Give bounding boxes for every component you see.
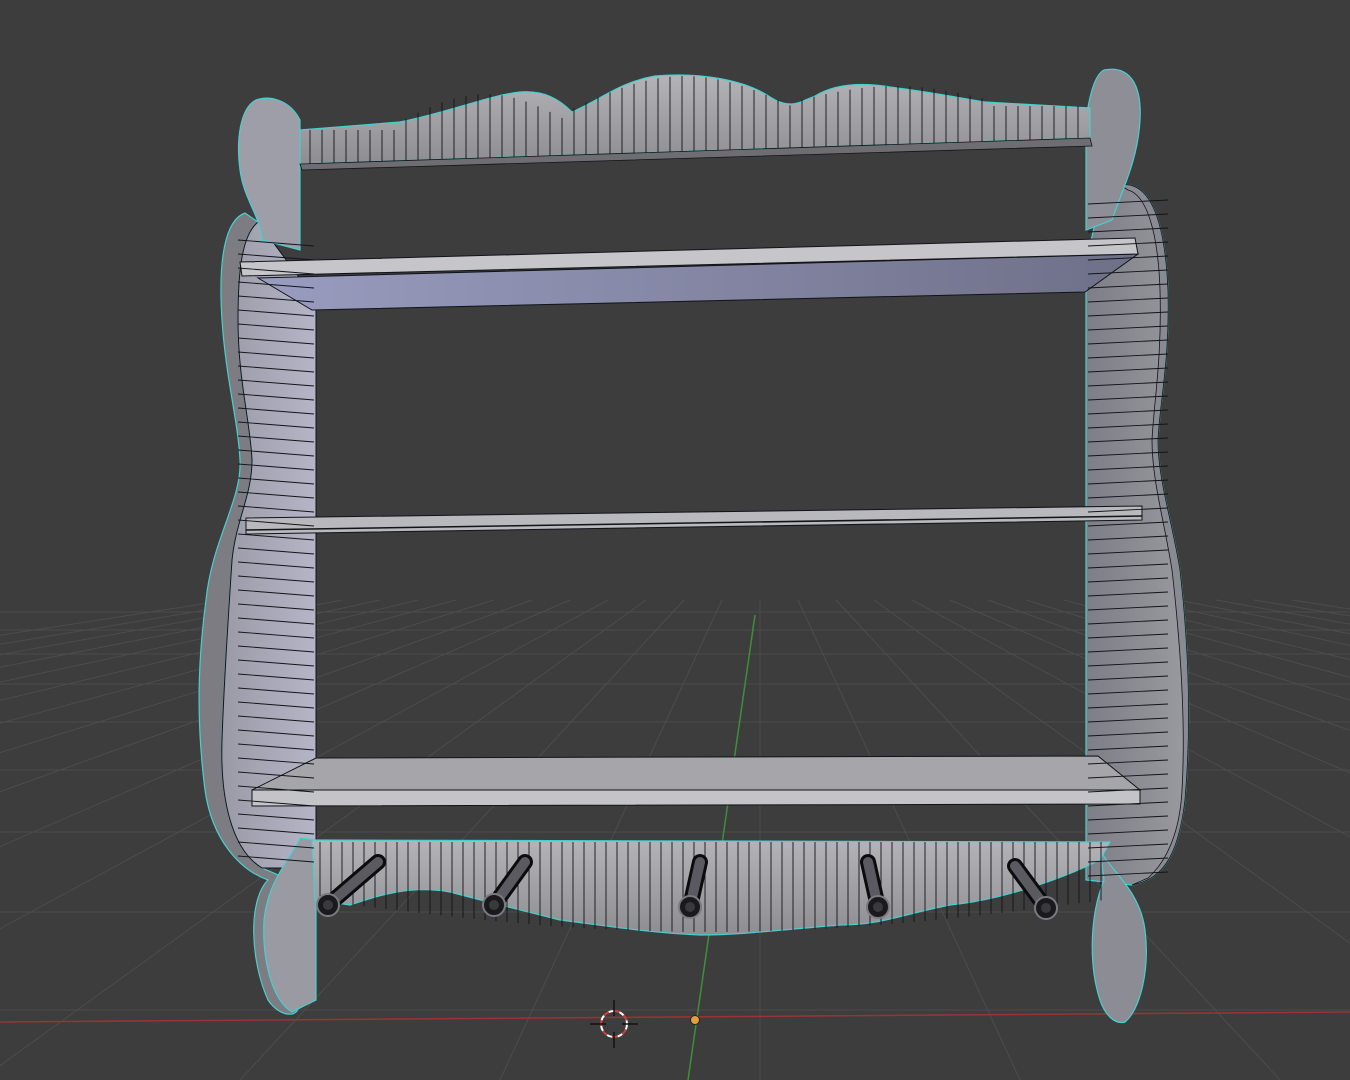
bottom-shelf[interactable]	[251, 755, 1142, 807]
object-origin-dot[interactable]	[690, 1015, 700, 1025]
top-crest-board[interactable]	[299, 74, 1093, 171]
left-side-panel[interactable]	[198, 97, 317, 1015]
middle-shelf[interactable]	[245, 505, 1143, 535]
x-axis-line	[0, 1011, 1350, 1023]
3d-viewport[interactable]	[0, 0, 1350, 1080]
top-shelf[interactable]	[239, 237, 1140, 311]
hook-rail[interactable]	[311, 839, 1112, 936]
viewport-canvas[interactable]	[0, 0, 1350, 1080]
3d-cursor-icon[interactable]	[590, 1000, 638, 1048]
